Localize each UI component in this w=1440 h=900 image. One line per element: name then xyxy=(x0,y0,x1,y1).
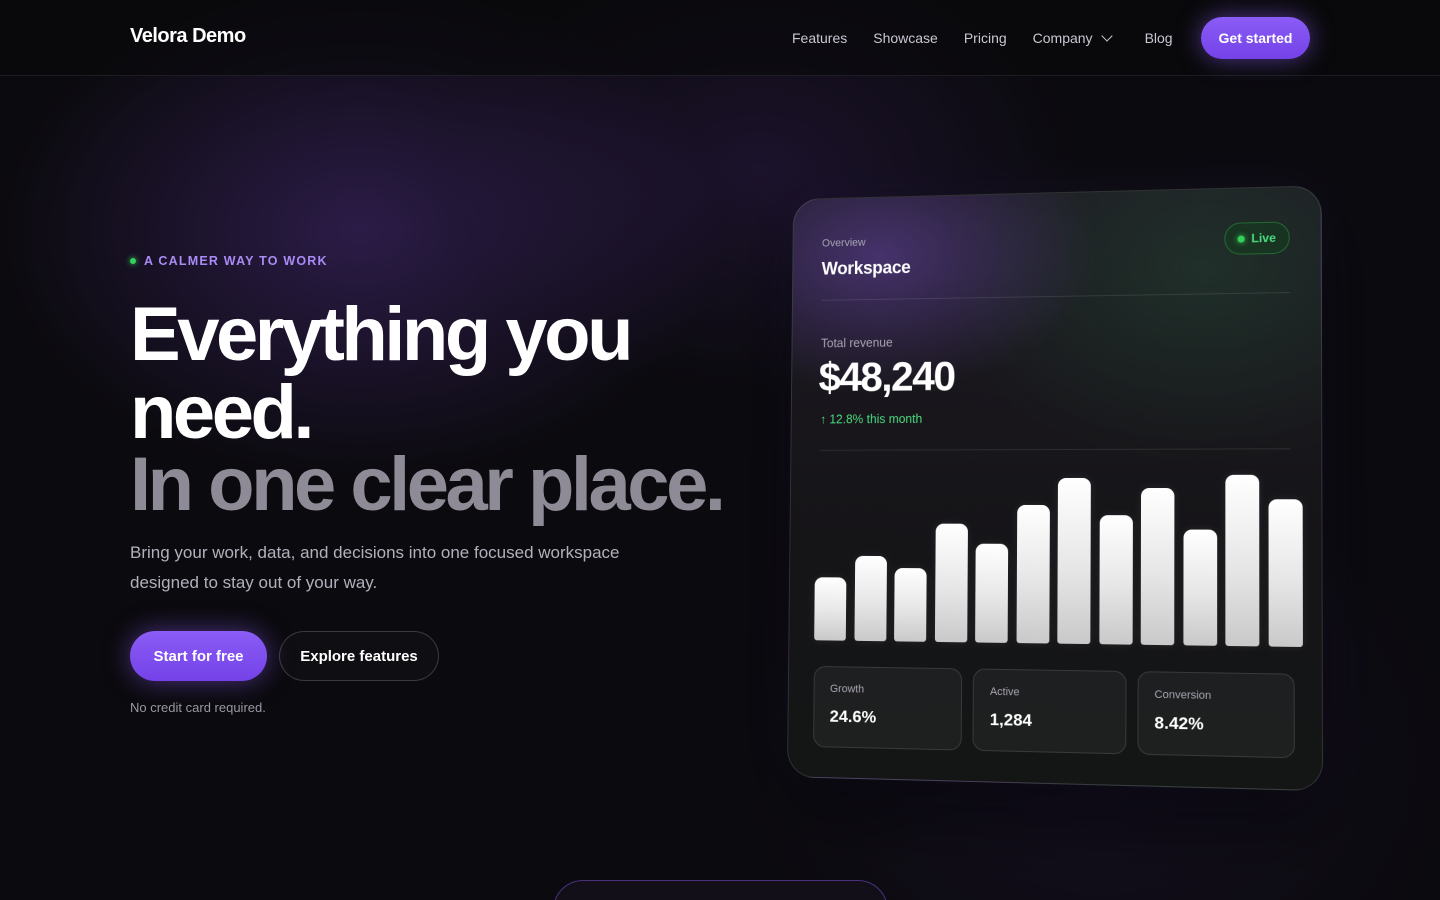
top-nav: Velora Demo Features Showcase Pricing Co… xyxy=(0,0,1440,76)
get-started-button[interactable]: Get started xyxy=(1201,17,1310,59)
revenue-bar-chart xyxy=(814,463,1303,648)
start-for-free-button[interactable]: Start for free xyxy=(130,631,267,681)
card-divider-top xyxy=(821,292,1290,301)
stat-label: Growth xyxy=(829,683,865,696)
hero-headline: Everything you need. xyxy=(130,292,634,455)
chart-bar xyxy=(1016,504,1050,644)
hero-eyebrow: A CALMER WAY TO WORK xyxy=(130,254,328,268)
chevron-down-icon xyxy=(1100,29,1113,42)
chart-bar xyxy=(853,555,887,642)
workspace-card: Overview Workspace Live Total revenue $4… xyxy=(786,185,1324,792)
nav-links: Features Showcase Pricing Company Blog xyxy=(792,29,1173,46)
stat-card-active: Active 1,284 xyxy=(972,668,1127,755)
hero-subtext: Bring your work, data, and decisions int… xyxy=(130,543,620,592)
live-dot-icon xyxy=(1238,234,1246,243)
card-title: Workspace xyxy=(821,257,911,279)
nav-link-pricing[interactable]: Pricing xyxy=(964,30,1007,46)
chart-bar xyxy=(1225,474,1260,647)
live-badge-label: Live xyxy=(1251,230,1276,246)
stat-card-conversion: Conversion 8.42% xyxy=(1137,671,1295,759)
chart-bar xyxy=(1182,529,1217,646)
card-overline: Overview xyxy=(821,236,866,250)
explore-features-button[interactable]: Explore features xyxy=(279,631,439,681)
revenue-value: $48,240 xyxy=(818,352,955,401)
revenue-label: Total revenue xyxy=(820,335,893,351)
chart-bar xyxy=(1267,499,1303,648)
card-divider-middle xyxy=(819,448,1291,451)
stat-card-growth: Growth 24.6% xyxy=(813,665,963,751)
chart-bar xyxy=(814,577,847,641)
chart-bar xyxy=(1098,515,1133,645)
stats-row: Growth 24.6% Active 1,284 Conversion 8.4… xyxy=(813,665,1295,759)
stat-label: Conversion xyxy=(1154,688,1212,703)
status-dot-icon xyxy=(130,258,136,264)
revenue-change: ↑ 12.8% this month xyxy=(820,412,923,427)
hero-headline-secondary: In one clear place. xyxy=(130,442,726,527)
stat-label: Active xyxy=(989,685,1020,699)
nav-link-company-label: Company xyxy=(1032,30,1093,46)
brand-logo[interactable]: Velora Demo xyxy=(130,25,246,48)
chart-bar xyxy=(1140,488,1175,646)
nav-link-showcase[interactable]: Showcase xyxy=(873,30,938,46)
stat-value: 1,284 xyxy=(989,709,1032,730)
chart-bar xyxy=(934,523,968,643)
chart-bar xyxy=(975,543,1009,643)
nav-link-company[interactable]: Company xyxy=(1032,29,1113,46)
landing-page: Velora Demo Features Showcase Pricing Co… xyxy=(0,0,1440,900)
stat-value: 8.42% xyxy=(1154,713,1204,734)
workspace-card-wrapper: Overview Workspace Live Total revenue $4… xyxy=(786,185,1324,792)
chart-bar xyxy=(894,567,927,642)
bottom-section-pill xyxy=(553,880,888,900)
nav-link-features[interactable]: Features xyxy=(792,30,847,46)
hero-eyebrow-text: A CALMER WAY TO WORK xyxy=(144,254,328,268)
no-credit-card-note: No credit card required. xyxy=(130,700,266,715)
live-badge: Live xyxy=(1224,221,1290,255)
stat-value: 24.6% xyxy=(829,706,877,727)
chart-bar xyxy=(1057,477,1091,645)
nav-link-blog[interactable]: Blog xyxy=(1145,30,1173,46)
